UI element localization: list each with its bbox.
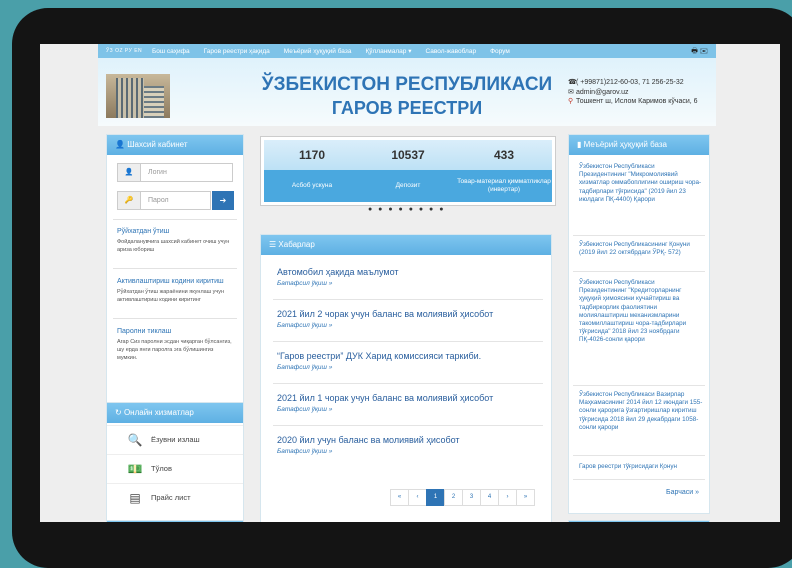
book-icon: ▮ <box>577 140 582 149</box>
list-icon: ☰ <box>269 240 277 249</box>
phone-icon: ☎ <box>568 79 577 86</box>
password-reset-link[interactable]: Паролни тиклаш <box>117 328 235 335</box>
news-item: 2021 йил 1 чорак учун баланс ва молиявий… <box>277 393 539 413</box>
cabinet-header: 👤 Шахсий кабинет <box>107 135 243 155</box>
key-icon: 🔑 <box>118 192 141 209</box>
top-navigation: ЎЗ ОZ РУ EN Бош саҳифа Гаров реестри ҳақ… <box>98 44 716 58</box>
nav-home[interactable]: Бош саҳифа <box>152 48 190 55</box>
nav-forum[interactable]: Форум <box>490 48 510 55</box>
stat-equipment[interactable]: 1170 Асбоб ускуна <box>264 140 360 202</box>
page-first[interactable]: « <box>390 489 409 506</box>
contact-info: ☎( +99871)212-60-03, 71 256-25-32 ✉ admin… <box>568 78 698 107</box>
browser-screen: ЎЗ ОZ РУ EN Бош саҳифа Гаров реестри ҳақ… <box>40 44 780 522</box>
divider <box>113 268 237 269</box>
user-icon: 👤 <box>118 164 141 181</box>
carousel-indicators[interactable]: ● ● ● ● ● ● ● ● <box>368 206 445 213</box>
online-services-panel: ↻ Онлайн хизматлар 🔍 Ёзувни излаш 💵 Тўло… <box>106 402 244 522</box>
legal-header: ▮ Меъёрий ҳуқуқий база <box>569 135 709 155</box>
view-all-link[interactable]: Барчаси » <box>666 489 699 496</box>
divider <box>113 219 237 220</box>
right-panel-partial <box>568 520 710 522</box>
service-payment[interactable]: 💵 Тўлов <box>107 454 243 483</box>
read-more-link[interactable]: Батафсил ўқиш » <box>277 448 539 455</box>
nav-manuals[interactable]: Қўлланмалар ▾ <box>365 47 411 55</box>
stats-carousel[interactable]: 1170 Асбоб ускуна 10537 Депозит 433 Това… <box>260 136 556 206</box>
legal-doc-link[interactable]: Ўзбекистон Республикаси Вазирлар Маҳкама… <box>579 391 703 432</box>
address: Тошкент ш, Ислом Каримов кўчаси, 6 <box>576 98 698 105</box>
legal-doc-link[interactable]: Ўзбекистон Республикаси Президентининг "… <box>579 163 703 204</box>
personal-cabinet-panel: 👤 Шахсий кабинет 👤 Логин 🔑 Парол ➔ Рўйха… <box>106 134 244 432</box>
divider <box>113 318 237 319</box>
news-header: ☰ Хабарлар <box>261 235 551 255</box>
phone-number: ( +99871)212-60-03, 71 256-25-32 <box>576 79 684 86</box>
service-search-record[interactable]: 🔍 Ёзувни излаш <box>107 425 243 454</box>
legal-doc-link[interactable]: Ўзбекистон Республикаси Президентининг "… <box>579 279 703 345</box>
sign-in-icon: ➔ <box>219 196 227 205</box>
legal-doc-link[interactable]: Гаров реестри тўғрисидаги Қонун <box>579 463 703 471</box>
nav-legal-base[interactable]: Меъёрий ҳуқуқий база <box>284 48 352 55</box>
register-link-block: Рўйхатдан ўтиш Фойдаланувчига шахсий каб… <box>117 228 235 254</box>
password-reset-desc: Агар Сиз паролни эсдан чиқарган бўлсанги… <box>117 339 232 361</box>
read-more-link[interactable]: Батафсил ўқиш » <box>277 364 539 371</box>
register-link[interactable]: Рўйхатдан ўтиш <box>117 228 235 235</box>
header-icons: 🖶 ✉ <box>691 47 708 58</box>
mail-icon[interactable]: ✉ <box>700 48 708 55</box>
stat-goods[interactable]: 433 Товар-материал қимматликлар (инверта… <box>456 140 552 202</box>
page-1[interactable]: 1 <box>426 489 445 506</box>
news-title-link[interactable]: 2020 йил учун баланс ва молиявий ҳисобот <box>277 435 539 445</box>
activation-link-block: Активлаштириш кодини киритиш Рўйхатдан ў… <box>117 278 235 304</box>
magnifier-icon: 🔍 <box>127 433 143 447</box>
email-icon: ✉ <box>568 88 574 96</box>
news-panel: ☰ Хабарлар Автомобил ҳақида маълумот Бат… <box>260 234 552 522</box>
left-panel-partial <box>106 520 244 522</box>
refresh-icon: ↻ <box>115 408 122 417</box>
service-price-list[interactable]: ▤ Прайс лист <box>107 483 243 512</box>
read-more-link[interactable]: Батафсил ўқиш » <box>277 406 539 413</box>
money-icon: 💵 <box>127 462 143 476</box>
page-4[interactable]: 4 <box>480 489 499 506</box>
read-more-link[interactable]: Батафсил ўқиш » <box>277 322 539 329</box>
legal-doc-link[interactable]: Ўзбекистон Республикасининг Қонуни (2019… <box>579 241 703 257</box>
language-switcher[interactable]: ЎЗ ОZ РУ EN <box>98 48 152 54</box>
sign-in-button[interactable]: ➔ <box>212 191 234 210</box>
activation-link[interactable]: Активлаштириш кодини киритиш <box>117 278 235 285</box>
password-input[interactable]: 🔑 Парол ➔ <box>117 191 234 210</box>
list-icon: ▤ <box>129 491 141 505</box>
stat-deposit[interactable]: 10537 Депозит <box>360 140 456 202</box>
page-prev[interactable]: ‹ <box>408 489 427 506</box>
news-title-link[interactable]: 2021 йил 1 чорак учун баланс ва молиявий… <box>277 393 539 403</box>
user-icon: 👤 <box>115 140 125 149</box>
pagination: « ‹ 1 2 3 4 › » <box>390 489 535 506</box>
password-reset-block: Паролни тиклаш Агар Сиз паролни эсдан чи… <box>117 328 235 362</box>
news-item: 2021 йил 2 чорак учун баланс ва молиявий… <box>277 309 539 329</box>
page-3[interactable]: 3 <box>462 489 481 506</box>
email-address[interactable]: admin@garov.uz <box>576 89 629 96</box>
news-item: “Гаров реестри” ДУК Харид комиссияси тар… <box>277 351 539 371</box>
page-next[interactable]: › <box>498 489 517 506</box>
nav-about[interactable]: Гаров реестри ҳақида <box>204 48 270 55</box>
site-header: ЎЗБЕКИСТОН РЕСПУБЛИКАСИ ГАРОВ РЕЕСТРИ ☎(… <box>98 58 716 126</box>
news-title-link[interactable]: “Гаров реестри” ДУК Харид комиссияси тар… <box>277 351 539 361</box>
legal-base-panel: ▮ Меъёрий ҳуқуқий база Ўзбекистон Респуб… <box>568 134 710 514</box>
news-title-link[interactable]: Автомобил ҳақида маълумот <box>277 267 539 277</box>
page-last[interactable]: » <box>516 489 535 506</box>
news-item: Автомобил ҳақида маълумот Батафсил ўқиш … <box>277 267 539 287</box>
news-item: 2020 йил учун баланс ва молиявий ҳисобот… <box>277 435 539 455</box>
register-desc: Фойдаланувчига шахсий кабинет очиш учун … <box>117 239 230 253</box>
page-2[interactable]: 2 <box>444 489 463 506</box>
print-icon[interactable]: 🖶 <box>691 48 698 55</box>
activation-desc: Рўйхатдан ўтиш жараёнини якунлаш учун ак… <box>117 289 225 303</box>
nav-faq[interactable]: Савол-жавоблар <box>425 48 476 55</box>
read-more-link[interactable]: Батафсил ўқиш » <box>277 280 539 287</box>
location-icon: ⚲ <box>568 98 574 105</box>
login-input[interactable]: 👤 Логин <box>117 163 233 182</box>
services-header: ↻ Онлайн хизматлар <box>107 403 243 423</box>
news-title-link[interactable]: 2021 йил 2 чорак учун баланс ва молиявий… <box>277 309 539 319</box>
